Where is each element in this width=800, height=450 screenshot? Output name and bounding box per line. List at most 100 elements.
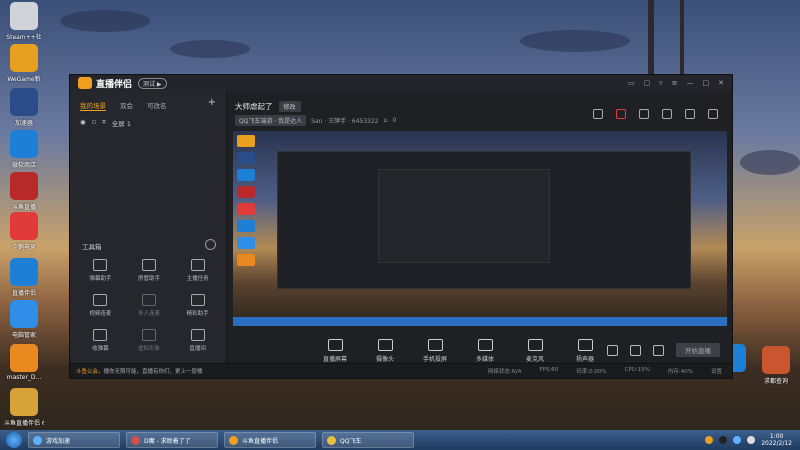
- phone-cast-button[interactable]: 手机投屏: [417, 339, 453, 363]
- toolbox-grid: 弹幕助手 房管助手 主播任务视频连麦 多人连麦 精彩助手收弹幕 虚拟形象 直播间: [76, 259, 222, 379]
- stat-item: 内存:40%: [667, 369, 693, 375]
- status-bar: 斗鱼公会，播你无限可能，直播有你们，更上一层楼 网络状态:N/A FPS:60 码率…: [70, 363, 732, 378]
- tool-item[interactable]: 虚拟形象: [125, 329, 174, 352]
- stat-item: CPU:19%: [624, 367, 650, 373]
- desktop-icon[interactable]: master_D...: [4, 344, 44, 381]
- taskbar-item[interactable]: 斗鱼直播伴侣: [224, 432, 316, 448]
- volume-icon[interactable]: [747, 436, 756, 444]
- toolbox-settings-icon[interactable]: [205, 239, 216, 250]
- version-badge[interactable]: 测试 ▶: [138, 77, 167, 89]
- desktop-icon[interactable]: Steam++社: [4, 2, 44, 41]
- room-meta: San · 王牌手 · 6453322: [311, 118, 379, 125]
- scene-tabs: 我的场景 双会 可改名 +: [70, 91, 226, 115]
- message-icon[interactable]: ▭: [628, 79, 635, 87]
- tab-rename[interactable]: 可改名: [147, 100, 167, 111]
- camera-button[interactable]: 摄像头: [367, 339, 403, 363]
- start-button[interactable]: [6, 432, 22, 448]
- desktop-icon[interactable]: 斗鱼直播: [4, 172, 44, 211]
- tool-item[interactable]: 弹幕助手: [76, 259, 125, 282]
- shirt-icon[interactable]: ▿: [659, 79, 663, 87]
- bell-icon[interactable]: [685, 109, 695, 119]
- screen-capture-label: 直播屏幕: [322, 356, 347, 363]
- os-taskbar: 游戏加速 D魔 - 求助着了了 斗鱼直播伴侣 QQ飞车 1:00 2022/2/12: [0, 430, 800, 450]
- tool-icon: [93, 329, 108, 341]
- desktop-icon[interactable]: 斗鱼直播伴侣 6453322: [4, 388, 44, 427]
- record-video-icon[interactable]: [607, 344, 618, 356]
- task-icon: [33, 435, 42, 445]
- stat-item: FPS:60: [539, 367, 559, 373]
- clock-time: 1:00: [769, 433, 784, 440]
- taskbar-item[interactable]: QQ飞车: [322, 432, 414, 448]
- lock-icon[interactable]: ▫: [92, 118, 96, 128]
- notice: 斗鱼公会，播你无限可能，直播有你们，更上一层楼: [76, 367, 203, 375]
- start-live-button[interactable]: 开始直播: [676, 343, 720, 357]
- edit-button[interactable]: 修改: [278, 101, 301, 112]
- close-icon[interactable]: ✕: [718, 79, 724, 87]
- taskbar-item[interactable]: 游戏加速: [28, 432, 120, 448]
- desktop-icon[interactable]: 加速器: [4, 88, 44, 127]
- desktop-icon[interactable]: 电脑管家: [4, 300, 44, 339]
- stat-item[interactable]: 设置: [711, 367, 722, 375]
- tray-icon[interactable]: [705, 436, 714, 444]
- gift-icon[interactable]: [593, 109, 603, 119]
- desktop-icon-label: 直播伴侣: [11, 290, 36, 297]
- app-icon: [10, 44, 38, 72]
- microphone-label: 麦克风: [525, 356, 544, 363]
- desktop-icon[interactable]: 直播伴侣: [4, 258, 44, 297]
- scene-item[interactable]: ◉ ▫ ⌗ 全屏 1: [70, 115, 226, 131]
- tool-item[interactable]: 精彩助手: [173, 294, 222, 317]
- settings-icon[interactable]: [653, 344, 664, 356]
- tool-item[interactable]: 收弹幕: [76, 329, 125, 352]
- nested-preview-deep: [378, 169, 550, 263]
- app-icon: [10, 212, 38, 240]
- speaker-button[interactable]: 扬声器: [567, 339, 603, 363]
- qq-icon[interactable]: [719, 436, 728, 444]
- tool-item[interactable]: 多人连麦: [125, 294, 174, 317]
- tool-icon: [190, 259, 205, 271]
- desktop-icon[interactable]: 微软商店: [4, 130, 44, 169]
- add-scene-icon[interactable]: +: [208, 98, 216, 111]
- stat-item: 码率:0.00%: [576, 369, 607, 375]
- screen-capture-button[interactable]: 直播屏幕: [317, 339, 353, 363]
- stream-preview[interactable]: [233, 131, 727, 326]
- desktop-icon[interactable]: 企鹅电竞: [4, 212, 44, 251]
- eye-icon[interactable]: ◉: [80, 118, 86, 128]
- desktop-icon[interactable]: 求都查询: [756, 346, 796, 385]
- desktop-icon[interactable]: WeGame新: [4, 44, 44, 83]
- list-icon[interactable]: [662, 109, 672, 119]
- menu-icon[interactable]: ≡: [672, 79, 678, 87]
- desktop-icon-label: Steam++社: [6, 34, 42, 41]
- task-icon: [229, 435, 238, 445]
- tool-icon: [141, 329, 156, 341]
- chat-icon[interactable]: ▢: [643, 79, 650, 87]
- maximize-icon[interactable]: □: [703, 79, 710, 87]
- tool-item[interactable]: 视频连麦: [76, 294, 125, 317]
- app-icon: [10, 88, 38, 116]
- clock[interactable]: 1:00 2022/2/12: [761, 433, 792, 447]
- minimize-icon[interactable]: —: [687, 79, 694, 87]
- screen-capture-icon: [327, 339, 343, 351]
- media-button[interactable]: 多媒体: [467, 339, 503, 363]
- tab-dual[interactable]: 双会: [120, 100, 133, 111]
- tools-title: 工具箱: [82, 243, 102, 251]
- record-icon[interactable]: [616, 109, 626, 119]
- tool-item[interactable]: 主播任务: [173, 259, 222, 282]
- taskbar-item[interactable]: D魔 - 求助着了了: [126, 432, 218, 448]
- desktop-icon-label: 企鹅电竞: [11, 244, 36, 251]
- app-icon: [762, 346, 790, 374]
- task-icon: [131, 435, 140, 445]
- tool-item[interactable]: 房管助手: [125, 259, 174, 282]
- category-badge[interactable]: QQ飞车端游 · 我是达人: [235, 115, 307, 126]
- camera-icon: [377, 339, 393, 351]
- notice-text: ，播你无限可能，直播有你们，更上一层楼: [98, 369, 203, 375]
- share-icon[interactable]: [708, 109, 718, 119]
- app-icon: [10, 388, 38, 416]
- layout-icon[interactable]: [639, 109, 649, 119]
- phone-cast-icon: [427, 339, 443, 351]
- microphone-button[interactable]: 麦克风: [517, 339, 553, 363]
- tab-my-scenes[interactable]: 我的场景: [80, 100, 106, 111]
- tool-item[interactable]: 直播间: [173, 329, 222, 352]
- stats: 网络状态:N/A FPS:60 码率:0.00% CPU:19% 内存:40% 设置: [488, 367, 722, 375]
- network-icon[interactable]: [733, 436, 742, 444]
- quality-icon[interactable]: [630, 344, 641, 356]
